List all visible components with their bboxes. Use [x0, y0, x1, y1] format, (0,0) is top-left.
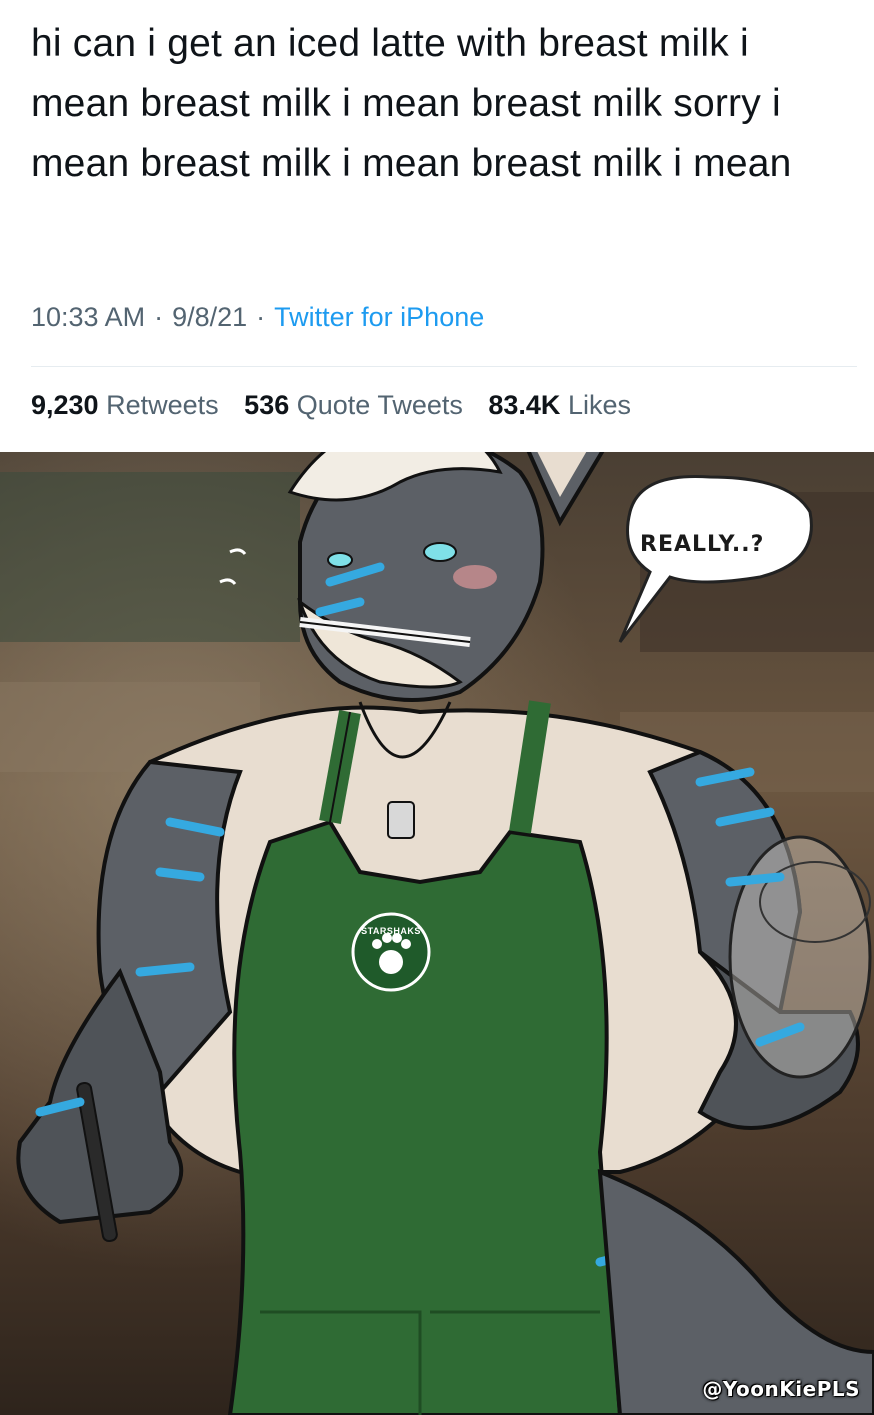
meta-separator: ·: [256, 302, 266, 332]
tweet-text: hi can i get an iced latte with breast m…: [31, 22, 792, 185]
artist-credit: @YoonKiePLS: [702, 1377, 860, 1401]
retweets-label: Retweets: [106, 390, 219, 420]
green-apron: [227, 819, 623, 1415]
apron-logo-text: STARSHAKS: [361, 926, 421, 936]
quote-tweets-count: 536: [244, 390, 290, 420]
dog-tag: [387, 801, 415, 839]
artwork-illustration: [0, 452, 874, 1415]
quote-tweets-stat[interactable]: 536 Quote Tweets: [244, 390, 463, 420]
tweet-stats: 9,230 Retweets 536 Quote Tweets 83.4K Li…: [31, 390, 649, 421]
speech-bubble-text: REALLY..?: [640, 532, 765, 557]
likes-count: 83.4K: [488, 390, 561, 420]
quote-tweets-label: Quote Tweets: [296, 390, 463, 420]
retweets-count: 9,230: [31, 390, 99, 420]
tweet-meta: 10:33 AM · 9/8/21 · Twitter for iPhone: [31, 302, 484, 333]
attached-artwork[interactable]: [0, 452, 874, 1415]
likes-stat[interactable]: 83.4K Likes: [488, 390, 631, 420]
tweet-card: hi can i get an iced latte with breast m…: [0, 0, 874, 452]
eye: [423, 542, 457, 562]
divider: [31, 366, 857, 367]
likes-label: Likes: [567, 390, 631, 420]
tweet-date[interactable]: 9/8/21: [172, 302, 247, 332]
tweet-source-link[interactable]: Twitter for iPhone: [274, 302, 484, 332]
plastic-cup: [728, 835, 872, 1079]
menu-board-blur: [0, 472, 300, 642]
tweet-time: 10:33 AM: [31, 302, 146, 332]
meta-separator: ·: [154, 302, 164, 332]
retweets-stat[interactable]: 9,230 Retweets: [31, 390, 219, 420]
